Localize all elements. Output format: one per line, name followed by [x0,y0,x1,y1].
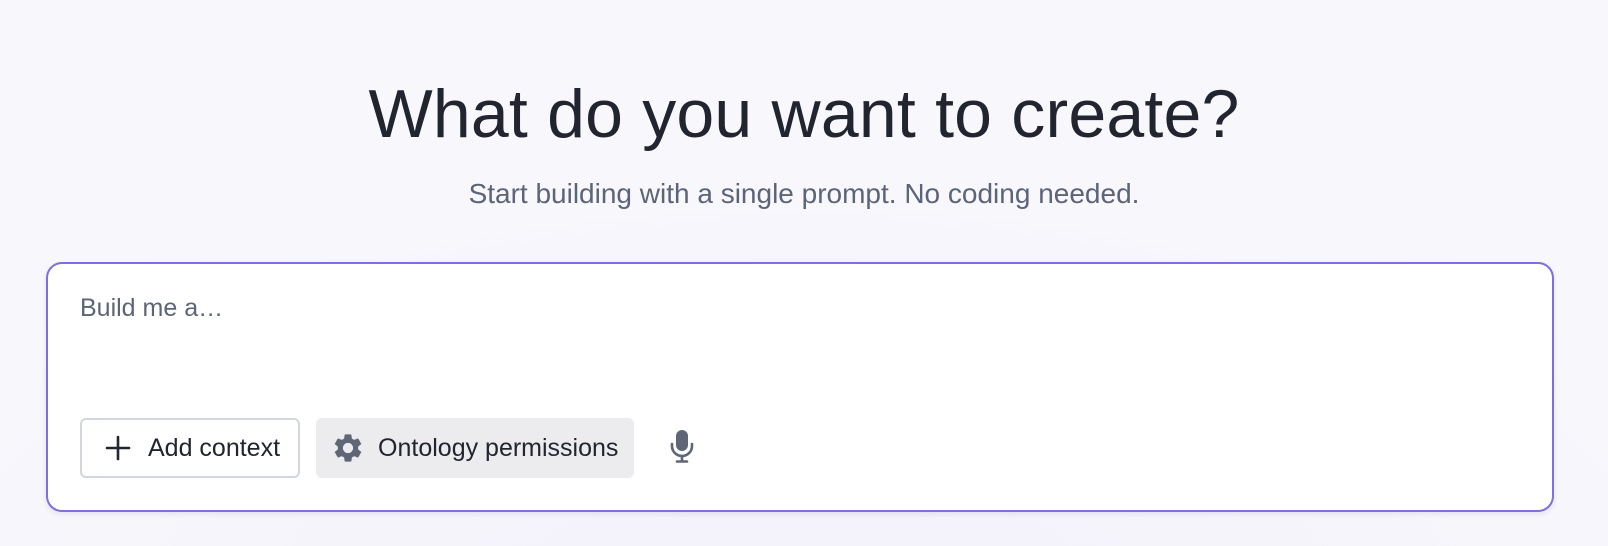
microphone-icon [669,429,695,468]
add-context-button[interactable]: Add context [80,418,301,478]
add-context-label: Add context [148,433,281,462]
ontology-permissions-label: Ontology permissions [378,433,619,462]
microphone-button[interactable] [660,418,704,478]
ontology-permissions-button[interactable]: Ontology permissions [316,418,635,478]
gear-icon [330,430,366,466]
page-subtitle: Start building with a single prompt. No … [468,178,1140,209]
page-title: What do you want to create? [368,76,1240,152]
prompt-card: Add context Ontology permissions [46,262,1554,512]
create-page: What do you want to create? Start buildi… [0,0,1608,546]
prompt-actions: Add context Ontology permissions [80,418,704,478]
plus-icon [100,430,136,466]
prompt-input[interactable] [80,292,1520,352]
